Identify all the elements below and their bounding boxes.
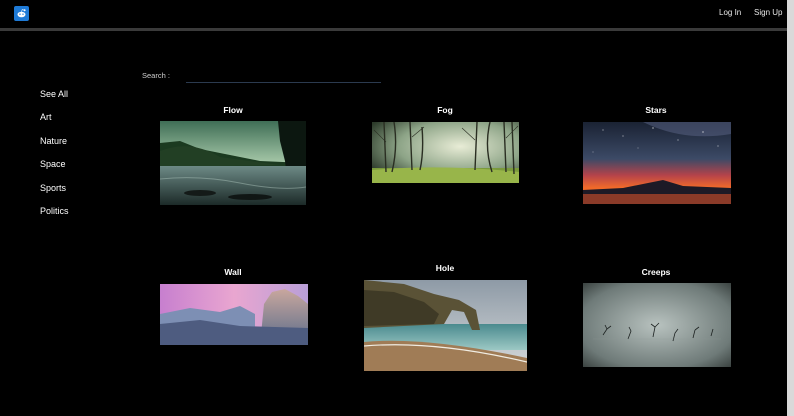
card-title-flow: Flow <box>223 105 243 115</box>
sidebar-item-nature[interactable]: Nature <box>40 136 69 159</box>
card-title-fog: Fog <box>437 105 453 115</box>
sidebar-item-sports[interactable]: Sports <box>40 183 69 206</box>
image-hole[interactable] <box>364 280 527 371</box>
top-bar: Log In Sign Up <box>0 0 787 28</box>
image-stars[interactable] <box>583 122 731 204</box>
card-title-wall: Wall <box>224 267 242 277</box>
app-frame: Log In Sign Up See All Art Nature Space … <box>0 0 787 416</box>
sidebar-item-space[interactable]: Space <box>40 159 69 182</box>
sidebar-item-art[interactable]: Art <box>40 112 69 135</box>
image-creeps[interactable] <box>583 283 731 367</box>
header-divider <box>0 28 787 31</box>
category-sidebar: See All Art Nature Space Sports Politics <box>40 89 69 229</box>
image-fog[interactable] <box>372 122 519 183</box>
card-title-creeps: Creeps <box>641 267 671 277</box>
reddit-logo-icon[interactable] <box>14 6 29 21</box>
image-flow[interactable] <box>160 121 306 205</box>
card-title-hole: Hole <box>435 263 455 273</box>
sidebar-item-politics[interactable]: Politics <box>40 206 69 229</box>
sidebar-item-see-all[interactable]: See All <box>40 89 69 112</box>
signup-link[interactable]: Sign Up <box>754 8 782 17</box>
search-label: Search : <box>142 71 170 80</box>
search-input[interactable] <box>186 73 381 83</box>
image-wall[interactable] <box>160 284 308 345</box>
login-link[interactable]: Log In <box>719 8 741 17</box>
card-title-stars: Stars <box>645 105 667 115</box>
